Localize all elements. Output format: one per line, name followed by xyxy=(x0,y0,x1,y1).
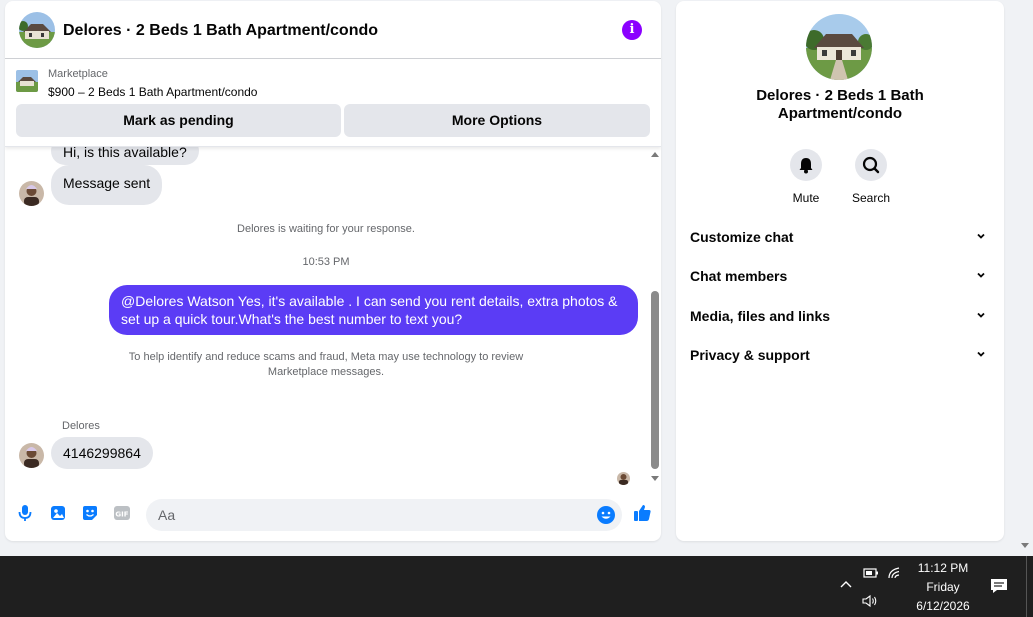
clock-time: 11:12 PM xyxy=(917,561,969,575)
chat-title[interactable]: Delores · 2 Beds 1 Bath Apartment/condo xyxy=(63,22,378,40)
chat-header: Delores · 2 Beds 1 Bath Apartment/condo … xyxy=(5,1,661,59)
clock-day: Friday xyxy=(926,580,960,594)
section-customize-chat[interactable]: Customize chat xyxy=(690,222,990,252)
marketplace-listing: Marketplace $900 – 2 Beds 1 Bath Apartme… xyxy=(5,59,661,147)
search-button[interactable]: Search xyxy=(841,149,901,205)
chevron-up-icon[interactable] xyxy=(839,578,853,592)
chevron-down-icon xyxy=(977,272,985,278)
section-label: Media, files and links xyxy=(690,308,831,324)
svg-text:GIF: GIF xyxy=(115,511,128,519)
section-chat-members[interactable]: Chat members xyxy=(690,261,990,291)
chat-panel: Delores · 2 Beds 1 Bath Apartment/condo … xyxy=(5,1,661,541)
waiting-notice: Delores is waiting for your response. xyxy=(237,223,415,235)
section-label: Customize chat xyxy=(690,229,794,245)
chevron-down-icon xyxy=(977,312,985,318)
mute-button[interactable]: Mute xyxy=(776,149,836,205)
scroll-up-arrow[interactable] xyxy=(651,152,659,157)
outgoing-message-bubble: @Delores Watson Yes, it's available . I … xyxy=(109,285,638,335)
section-label: Privacy & support xyxy=(690,347,810,363)
composer: GIF xyxy=(5,495,661,535)
message-bubble: Hi, is this available? xyxy=(51,147,199,165)
info-panel-title: Delores · 2 Beds 1 Bath Apartment/condo xyxy=(756,87,924,122)
show-desktop-button[interactable] xyxy=(1026,556,1033,617)
message-scrollbar[interactable] xyxy=(648,147,661,487)
message-timestamp: 10:53 PM xyxy=(302,256,350,268)
sticker-icon[interactable] xyxy=(80,503,100,523)
scroll-thumb[interactable] xyxy=(651,291,659,469)
listing-avatar-large[interactable] xyxy=(806,14,872,80)
section-label: Chat members xyxy=(690,268,788,284)
wifi-icon[interactable] xyxy=(887,565,903,581)
avatar xyxy=(19,181,44,206)
section-privacy-support[interactable]: Privacy & support xyxy=(690,340,990,370)
search-icon xyxy=(855,149,887,181)
mute-label: Mute xyxy=(792,191,820,205)
notifications-icon[interactable] xyxy=(990,577,1008,595)
message-input-box[interactable] xyxy=(146,499,622,531)
section-media-files-links[interactable]: Media, files and links xyxy=(690,301,990,331)
listing-source: Marketplace xyxy=(48,68,108,80)
microphone-icon[interactable] xyxy=(15,503,35,523)
chevron-down-icon xyxy=(977,233,985,239)
like-icon[interactable] xyxy=(632,503,652,523)
message-bubble: 4146299864 xyxy=(51,437,153,469)
photo-icon[interactable] xyxy=(48,503,68,523)
clock-date: 6/12/2026 xyxy=(916,599,970,613)
battery-icon[interactable] xyxy=(862,566,880,580)
chat-info-panel: Delores · 2 Beds 1 Bath Apartment/condo … xyxy=(676,1,1004,541)
message-input[interactable] xyxy=(158,499,588,531)
seen-indicator-avatar xyxy=(617,472,630,485)
emoji-icon[interactable] xyxy=(596,505,616,525)
search-label: Search xyxy=(851,191,891,205)
scam-notice: To help identify and reduce scams and fr… xyxy=(128,351,524,378)
message-bubble: Message sent xyxy=(51,165,163,205)
scroll-down-arrow[interactable] xyxy=(651,476,659,481)
listing-thumbnail[interactable] xyxy=(16,70,38,92)
avatar xyxy=(19,443,44,468)
listing-avatar[interactable] xyxy=(19,12,55,48)
sender-name: Delores xyxy=(62,420,100,432)
message-list: Hi, is this available? Message sent Delo… xyxy=(5,147,661,487)
volume-icon[interactable] xyxy=(861,593,879,609)
mark-as-pending-button[interactable]: Mark as pending xyxy=(16,104,341,137)
info-icon[interactable]: i xyxy=(622,20,642,40)
bell-icon xyxy=(790,149,822,181)
page-scroll-down-arrow[interactable] xyxy=(1021,543,1029,548)
taskbar: 11:12 PM Friday 6/12/2026 xyxy=(0,556,1033,617)
listing-price[interactable]: $900 – 2 Beds 1 Bath Apartment/condo xyxy=(48,85,257,99)
gif-icon[interactable]: GIF xyxy=(112,503,132,523)
chevron-down-icon xyxy=(977,351,985,357)
more-options-button[interactable]: More Options xyxy=(344,104,650,137)
system-clock[interactable]: 11:12 PM Friday 6/12/2026 xyxy=(905,559,981,616)
